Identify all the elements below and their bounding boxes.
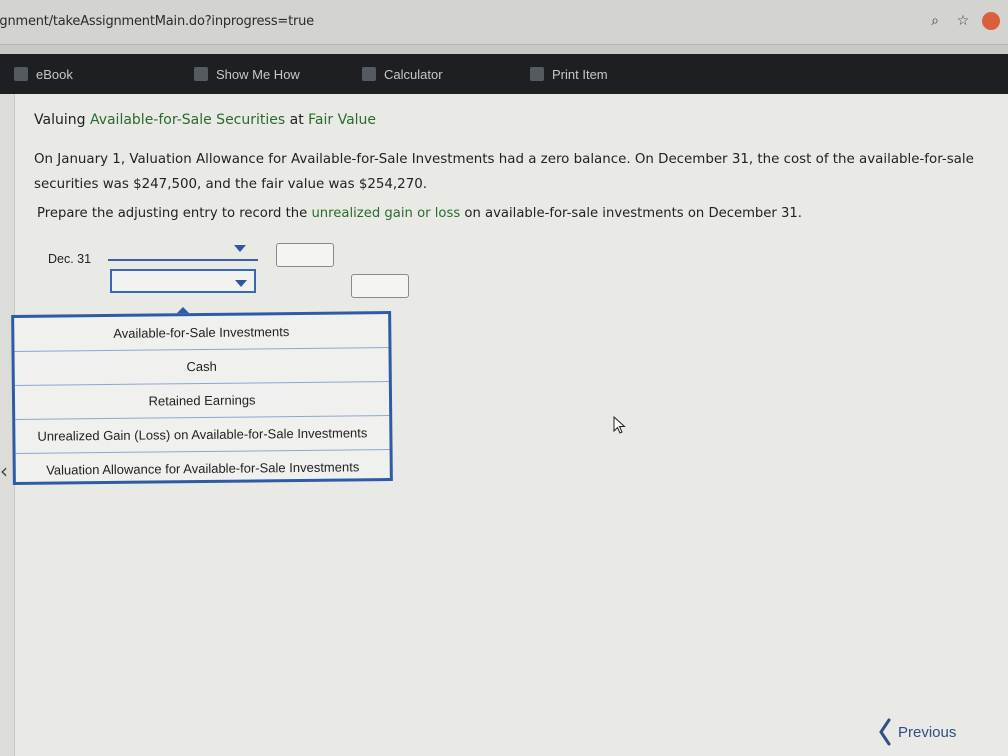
- assignment-toolbar: eBook Show Me How Calculator Print Item: [0, 54, 1008, 94]
- print-item-button[interactable]: Print Item: [530, 64, 608, 84]
- calculator-label: Calculator: [384, 66, 443, 82]
- account-dropdown-menu: Available-for-Sale Investments Cash Reta…: [11, 311, 393, 485]
- dropdown-option[interactable]: Available-for-Sale Investments: [14, 314, 389, 352]
- debit-amount-input[interactable]: [276, 243, 334, 267]
- browser-icons: ⌕ ☆: [926, 12, 1000, 30]
- dropdown-option[interactable]: Retained Earnings: [14, 382, 390, 420]
- title-link-afs[interactable]: Available-for-Sale Securities: [90, 112, 285, 128]
- video-icon: [194, 67, 208, 81]
- chevron-left-icon: [879, 718, 891, 746]
- dropdown-option[interactable]: Unrealized Gain (Loss) on Available-for-…: [15, 416, 390, 454]
- chevron-down-icon: [235, 280, 247, 287]
- prompt-link[interactable]: unrealized gain or loss: [311, 206, 460, 221]
- print-icon: [530, 67, 544, 81]
- credit-amount-input[interactable]: [351, 274, 409, 298]
- panel-toggle-icon[interactable]: ‹: [0, 456, 14, 486]
- title-link-fair-value[interactable]: Fair Value: [308, 112, 376, 128]
- title-mid: at: [285, 112, 309, 128]
- prompt-prefix: Prepare the adjusting entry to record th…: [37, 206, 312, 221]
- mouse-pointer-icon: [613, 416, 626, 434]
- previous-label: Previous: [898, 723, 957, 741]
- prompt-suffix: on available-for-sale investments on Dec…: [460, 206, 802, 221]
- show-me-how-button[interactable]: Show Me How: [194, 64, 300, 84]
- entry-date: Dec. 31: [48, 252, 92, 266]
- show-me-how-label: Show Me How: [216, 66, 300, 82]
- previous-button[interactable]: Previous: [878, 718, 956, 746]
- title-prefix: Valuing: [34, 112, 90, 128]
- book-icon: [14, 67, 28, 81]
- ebook-button[interactable]: eBook: [14, 64, 73, 84]
- credit-account-select[interactable]: [110, 269, 256, 293]
- profile-icon[interactable]: [982, 12, 1000, 30]
- star-icon[interactable]: ☆: [954, 12, 972, 30]
- zoom-icon[interactable]: ⌕: [926, 12, 944, 30]
- url-text[interactable]: ignment/takeAssignmentMain.do?inprogress…: [0, 14, 314, 29]
- calculator-icon: [362, 67, 376, 81]
- dropdown-option[interactable]: Cash: [14, 348, 389, 386]
- ebook-label: eBook: [36, 66, 73, 82]
- print-item-label: Print Item: [552, 66, 608, 82]
- problem-title: Valuing Available-for-Sale Securities at…: [34, 112, 376, 128]
- problem-prompt: Prepare the adjusting entry to record th…: [37, 206, 987, 221]
- chevron-down-icon[interactable]: [234, 245, 246, 252]
- debit-account-select[interactable]: [108, 259, 258, 261]
- browser-top-bar: ignment/takeAssignmentMain.do?inprogress…: [0, 0, 1008, 45]
- problem-paragraph: On January 1, Valuation Allowance for Av…: [34, 152, 974, 192]
- dropdown-option[interactable]: Valuation Allowance for Available-for-Sa…: [16, 450, 390, 487]
- calculator-button[interactable]: Calculator: [362, 64, 443, 84]
